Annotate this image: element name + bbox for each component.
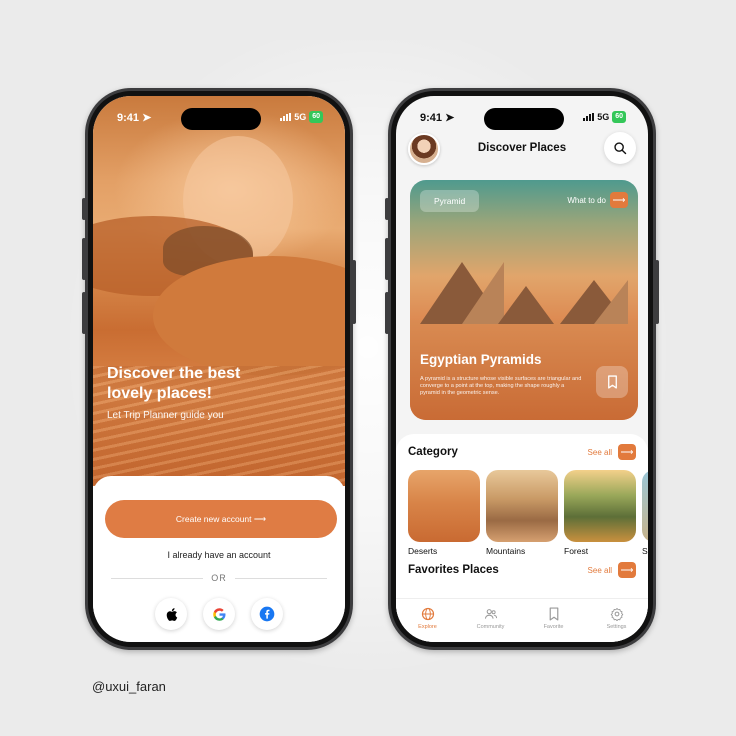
category-label: Deserts: [408, 546, 438, 556]
featured-card[interactable]: Pyramid What to do ⟶ Egyptian Pyramids A…: [410, 180, 638, 420]
category-label: Se: [642, 546, 648, 556]
tab-community[interactable]: Community: [465, 607, 517, 630]
category-label: Forest: [564, 546, 589, 556]
facebook-login-button[interactable]: [251, 598, 283, 630]
featured-title: Egyptian Pyramids: [420, 352, 542, 367]
phone-onboarding: 9:41 ➤ 5G 60 Discover the best lovely pl…: [82, 88, 356, 650]
arrow-right-icon: ⟶: [618, 562, 636, 578]
phone-button: [82, 198, 86, 220]
battery-icon: 60: [309, 111, 323, 123]
network-label: 5G: [597, 112, 610, 122]
what-to-do-link[interactable]: What to do ⟶: [567, 192, 628, 208]
tab-explore[interactable]: Explore: [402, 607, 454, 630]
bookmark-icon: [549, 607, 558, 621]
category-item-partial[interactable]: Se: [642, 470, 648, 556]
status-indicators: 5G 60: [583, 111, 626, 123]
favorites-title: Favorites Places: [408, 564, 499, 576]
phone-button: [385, 198, 389, 220]
status-indicators: 5G 60: [280, 111, 323, 123]
category-header: Category See all ⟶: [408, 444, 636, 460]
globe-icon: [421, 607, 434, 621]
category-item-forest[interactable]: Forest: [564, 470, 636, 556]
category-title: Category: [408, 446, 458, 458]
category-image: [486, 470, 558, 542]
signal-icon: [583, 113, 595, 121]
category-image: [642, 470, 648, 542]
arrow-right-icon: ⟶: [610, 192, 628, 208]
featured-description: A pyramid is a structure whose visible s…: [420, 376, 582, 396]
status-time: 9:41 ➤: [117, 112, 152, 124]
bookmark-button[interactable]: [596, 366, 628, 398]
search-button[interactable]: [604, 132, 636, 164]
category-image: [408, 470, 480, 542]
phone-button: [385, 238, 389, 280]
hero-image: Discover the best lovely places! Let Tri…: [93, 96, 345, 486]
tab-settings[interactable]: Settings: [591, 607, 643, 630]
discover-screen: 9:41 ➤ 5G 60 Discover Places Pyramid Wha…: [396, 96, 648, 642]
category-image: [564, 470, 636, 542]
favorites-see-all[interactable]: See all ⟶: [588, 562, 636, 578]
bookmark-icon: [607, 375, 617, 389]
phone-button: [352, 260, 356, 324]
designer-credit: @uxui_faran: [92, 679, 166, 694]
facebook-icon: [259, 606, 275, 622]
signal-icon: [280, 113, 292, 121]
phone-button: [655, 260, 659, 324]
create-account-button[interactable]: Create new account ⟶: [105, 500, 337, 538]
network-label: 5G: [294, 112, 307, 122]
category-list: Deserts Mountains Forest Se: [408, 470, 648, 556]
google-login-button[interactable]: [203, 598, 235, 630]
discover-header: Discover Places: [396, 130, 648, 174]
arrow-right-icon: ⟶: [618, 444, 636, 460]
status-time: 9:41 ➤: [420, 112, 455, 124]
users-icon: [484, 609, 497, 619]
apple-login-button[interactable]: [155, 598, 187, 630]
google-icon: [212, 607, 225, 621]
category-item-mountains[interactable]: Mountains: [486, 470, 558, 556]
tab-bar: Explore Community Favorite Settings: [396, 598, 648, 642]
phone-discover: 9:41 ➤ 5G 60 Discover Places Pyramid Wha…: [385, 88, 659, 650]
onboarding-screen: 9:41 ➤ 5G 60 Discover the best lovely pl…: [93, 96, 345, 642]
featured-tag[interactable]: Pyramid: [420, 190, 480, 212]
apple-icon: [166, 607, 177, 621]
search-icon: [614, 142, 627, 155]
hero-subtitle: Let Trip Planner guide you: [107, 410, 224, 421]
gear-icon: [610, 608, 623, 621]
dynamic-island: [484, 108, 564, 130]
auth-sheet: Create new account ⟶ I already have an a…: [93, 476, 345, 642]
phone-button: [385, 292, 389, 334]
category-label: Mountains: [486, 546, 526, 556]
hero-title: Discover the best lovely places!: [107, 365, 241, 402]
favorites-header: Favorites Places See all ⟶: [408, 562, 636, 578]
category-item-deserts[interactable]: Deserts: [408, 470, 480, 556]
social-login-row: [93, 598, 345, 630]
what-to-do-label: What to do: [567, 195, 606, 205]
phone-button: [82, 238, 86, 280]
or-label: OR: [211, 573, 227, 583]
phone-button: [82, 292, 86, 334]
login-link[interactable]: I already have an account: [93, 550, 345, 560]
tab-favorite[interactable]: Favorite: [528, 607, 580, 630]
battery-icon: 60: [612, 111, 626, 123]
or-divider: OR: [111, 572, 327, 584]
dynamic-island: [181, 108, 261, 130]
category-see-all[interactable]: See all ⟶: [588, 444, 636, 460]
